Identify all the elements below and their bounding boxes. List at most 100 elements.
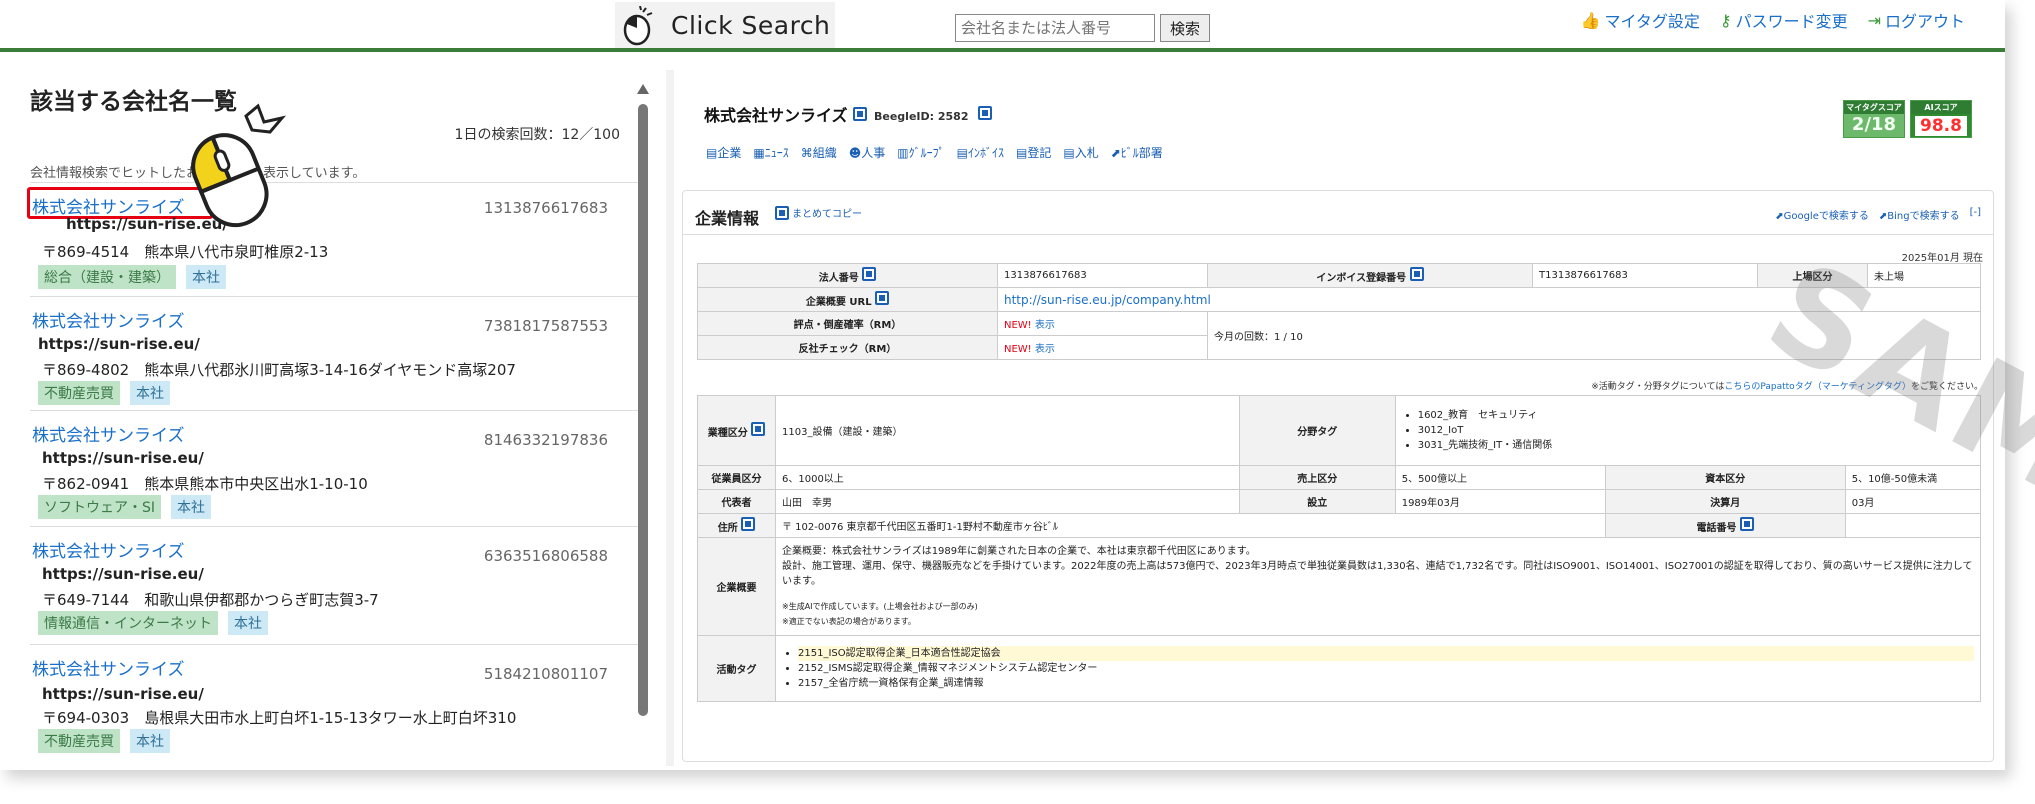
activity-tag-list: 2151_ISO認定取得企業_日本適合性認定協会 2152_ISMS認定取得企業… [775,635,1981,702]
score-badges: マイタグスコア 2/18 AIスコア 98.8 [1843,100,1972,138]
search-button[interactable]: 検索 [1160,14,1210,42]
office-type-tag: 本社 [228,611,268,635]
company-address: 〒869-4802 熊本県八代郡氷川町高塚3-14-16ダイヤモンド高塚207 [42,361,516,379]
activity-tag-label: 活動タグ [697,635,776,702]
ai-score-label: AIスコア [1911,101,1971,114]
copy-icon[interactable] [1739,517,1754,531]
new-badge: NEW! [1004,320,1032,331]
copy-icon[interactable] [978,106,993,120]
list-scrollbar[interactable] [636,84,650,764]
activity-tag: 2157_全省庁統一資格保有企業_調達情報 [798,676,1974,691]
tab-building[interactable]: ⬈ﾋﾞﾙ部署 [1111,144,1163,161]
list-item[interactable]: 株式会社サンライズ 6363516806588 https://sun-rise… [30,526,638,638]
my-tag-settings-link[interactable]: 👍 マイタグ設定 [1581,8,1700,32]
tag-list: 不動産売買 本社 [38,381,170,405]
copy-icon[interactable] [875,291,890,305]
bing-search-link[interactable]: ⬈Bingで検索する [1879,207,1960,222]
app-logo[interactable]: Click Search [615,2,835,48]
company-address: 〒862-0941 熊本県熊本市中央区出水1-10-10 [42,475,368,493]
app-window: Click Search 検索 👍マイタグ設定 ⚷パスワード変更 ⇥ログアウト … [0,0,2035,770]
company-url[interactable]: https://sun-rise.eu/ [42,565,204,583]
fiscal-month-label: 決算月 [1604,489,1846,514]
tab-company[interactable]: ▤企業 [706,144,741,161]
app-title: Click Search [671,10,831,40]
anti-social-value: NEW! 表示 [997,335,1208,360]
established-label: 設立 [1238,489,1396,514]
corporate-number: 1313876617683 [483,199,608,217]
copy-icon[interactable] [862,267,877,281]
google-search-label: Googleで検索する [1783,211,1869,222]
rating-show-link[interactable]: 表示 [1035,320,1055,331]
summary-label: 企業概要 [697,537,776,636]
company-name-link[interactable]: 株式会社サンライズ [32,655,185,680]
list-item[interactable]: 株式会社サンライズ 5184210801107 https://sun-rise… [30,644,638,764]
collapse-toggle[interactable]: [-] [1970,207,1981,222]
tab-bid[interactable]: ▤入札 [1063,144,1098,161]
tag-list: 情報通信・インターネット 本社 [38,611,268,635]
company-name-link[interactable]: 株式会社サンライズ [32,537,185,562]
copy-icon[interactable] [1409,267,1424,281]
logout-link[interactable]: ⇥ ログアウト [1868,8,1965,32]
tab-company-label: 企業 [717,146,742,160]
tab-news[interactable]: ▦ﾆｭｰｽ [753,144,788,161]
tab-organization[interactable]: ⌘組織 [801,144,837,161]
company-address: 〒869-4514 熊本県八代市泉町椎原2-13 [42,243,329,261]
capital-label: 資本区分 [1604,465,1846,490]
tab-registry[interactable]: ▤登記 [1016,144,1051,161]
beegle-id-text: BeegleID: 2582 [874,110,969,123]
representative-value: 山田 幸男 [775,489,1240,514]
password-change-label: パスワード変更 [1735,12,1848,31]
copy-icon[interactable] [741,517,756,531]
ai-score-value: 98.8 [1915,116,1967,136]
corp-number-label-text: 法人番号 [818,273,859,284]
company-url[interactable]: https://sun-rise.eu/ [42,449,204,467]
representative-label: 代表者 [697,489,776,514]
my-tag-settings-label: マイタグ設定 [1604,12,1700,31]
scroll-up-icon[interactable] [637,84,649,94]
company-address: 〒694-0303 島根県大田市水上町白坏1-15-13タワー水上町白坏310 [42,709,517,727]
scrollbar-thumb[interactable] [638,104,648,716]
tab-group[interactable]: ▥ｸﾞﾙｰﾌﾟ [897,144,944,161]
external-search-links: ⬈Googleで検索する ⬈Bingで検索する [-] [1775,207,1981,222]
company-url-label-text: 企業概要 URL [805,297,872,308]
tab-invoice-label: ｲﾝﾎﾞｲｽ [967,146,1004,160]
list-item[interactable]: 株式会社サンライズ 8146332197836 https://sun-rise… [30,410,638,522]
copy-all-button[interactable]: まとめてコピー [775,205,862,220]
tab-invoice[interactable]: ▤ｲﾝﾎﾞｲｽ [957,144,1004,161]
card-header: 企業情報 まとめてコピー ⬈Googleで検索する ⬈Bingで検索する [-] [683,191,1993,235]
summary-note: ※適正でない表記の場合があります。 [782,617,916,626]
sales-value: 5、500億以上 [1394,465,1606,490]
search-input[interactable] [955,14,1155,42]
company-url-link[interactable]: http://sun-rise.eu.jp/company.html [1004,293,1211,307]
list-item[interactable]: 株式会社サンライズ 7381817587553 https://sun-rise… [30,296,638,406]
industry-label-text: 業種区分 [707,428,748,439]
company-name-link[interactable]: 株式会社サンライズ [32,307,185,332]
tab-group-label: ｸﾞﾙｰﾌﾟ [908,146,945,160]
corp-number-label: 法人番号 [697,263,998,288]
copy-icon[interactable] [853,107,868,121]
address-label: 住所 [697,513,776,538]
password-change-link[interactable]: ⚷ パスワード変更 [1720,8,1848,32]
tab-news-label: ﾆｭｰｽ [764,146,789,160]
tab-personnel[interactable]: ☻人事 [849,144,886,161]
my-tag-score: マイタグスコア 2/18 [1843,100,1905,138]
tag-list: 不動産売買 本社 [38,729,170,753]
anti-social-show-link[interactable]: 表示 [1035,344,1055,355]
industry-tag: 総合（建設・建築） [38,265,176,289]
header-links: 👍 マイタグ設定 ⚷ パスワード変更 ⇥ ログアウト [1581,8,1965,32]
sales-label: 売上区分 [1238,465,1396,490]
company-url[interactable]: https://sun-rise.eu/ [38,335,200,353]
search-count: 1日の検索回数：12／100 [454,127,620,143]
tab-registry-label: 登記 [1027,146,1052,160]
detail-info-table: 業種区分 1103_設備（建設・建築） 分野タグ 1602_教育 セキュリティ … [697,395,1982,702]
industry-label: 業種区分 [697,395,776,466]
corporate-number: 5184210801107 [483,665,608,683]
google-search-link[interactable]: ⬈Googleで検索する [1775,207,1869,222]
phone-value [1844,513,1982,538]
company-url[interactable]: https://sun-rise.eu/ [42,685,204,703]
copy-icon[interactable] [751,422,766,436]
company-name-link[interactable]: 株式会社サンライズ [32,421,185,446]
industry-tag: 不動産売買 [38,381,120,405]
list-item[interactable]: 株式会社サンライズ 1313876617683 https://sun-rise… [27,182,638,289]
thumbs-up-icon: 👍 [1580,10,1601,30]
